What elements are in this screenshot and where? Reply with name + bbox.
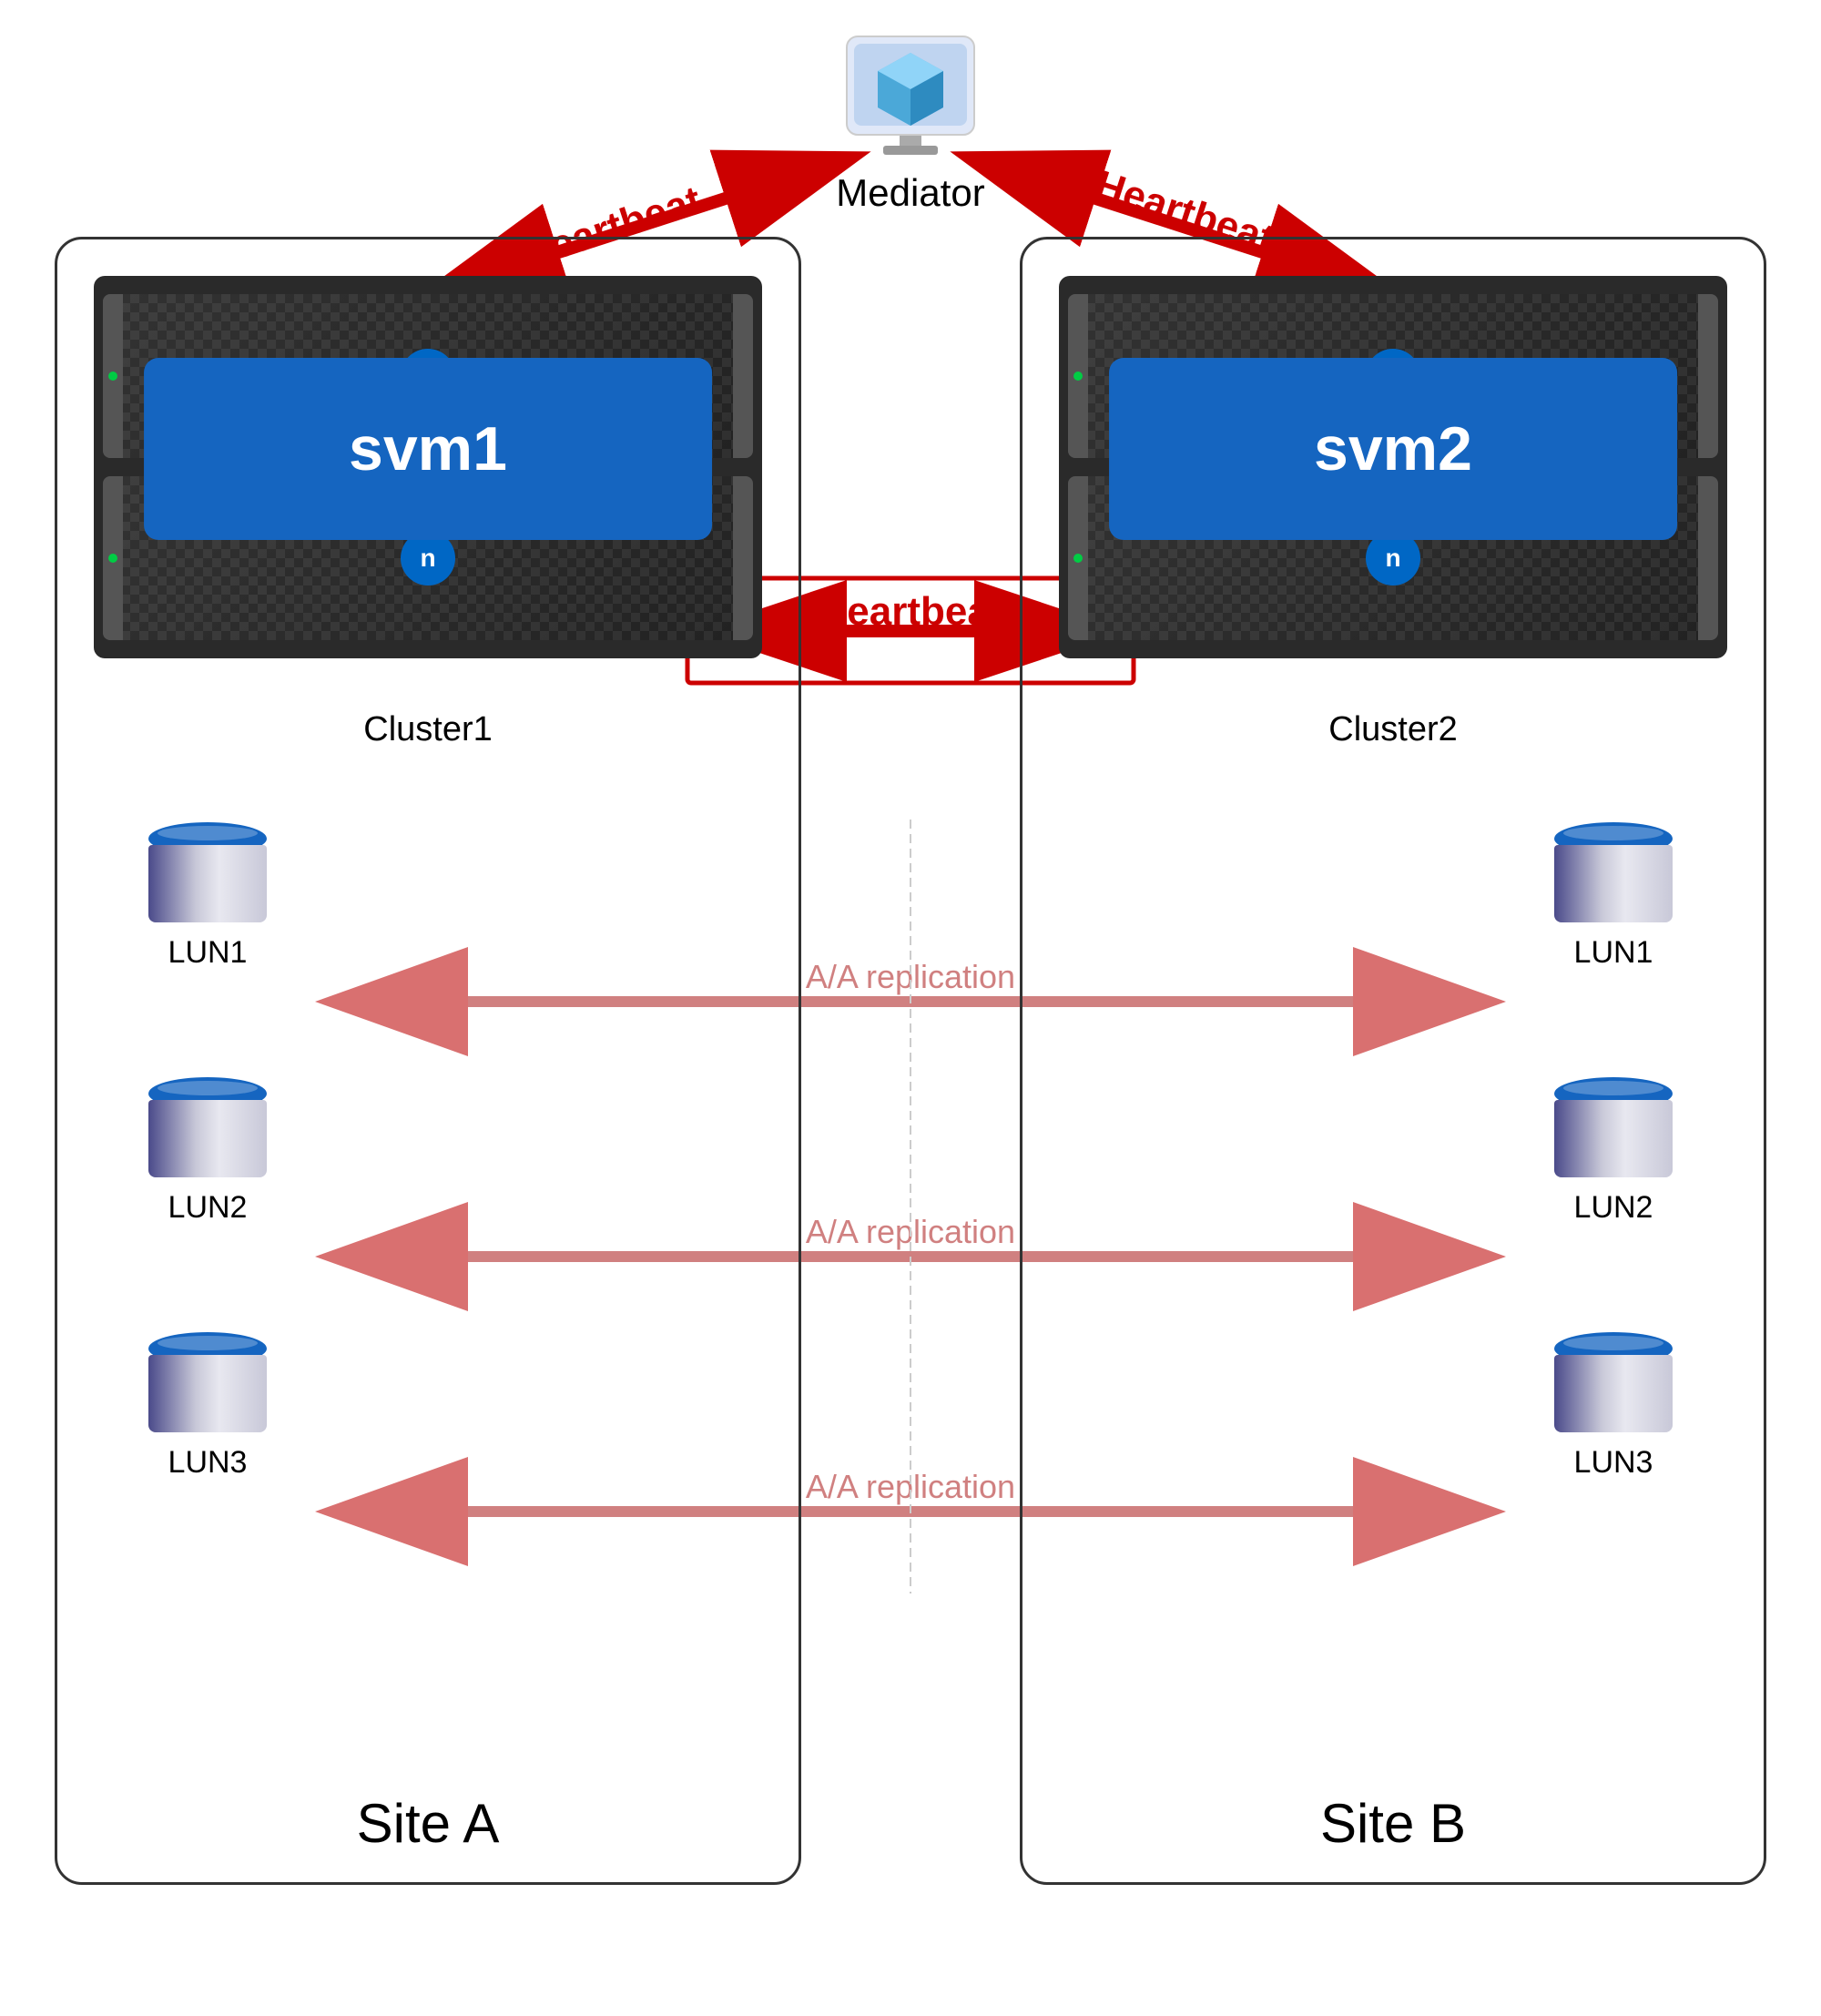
lun3-right-cylinder	[1554, 1332, 1673, 1432]
server-left-strip	[103, 294, 123, 458]
cluster1-server: n n svm1	[94, 276, 762, 658]
server-right-strip	[733, 294, 753, 458]
server2-left-strip	[1068, 294, 1088, 458]
site-a-label: Site A	[57, 1792, 799, 1855]
cluster2-area: n n svm2 Cluster2	[1059, 276, 1727, 749]
svm1-overlay: svm1	[144, 358, 712, 540]
replication-label-1: A/A replication	[806, 958, 1015, 995]
heartbeat-label-center: Heartbeat	[819, 589, 1003, 634]
cluster2-server: n n svm2	[1059, 276, 1727, 658]
indicator-light	[108, 372, 117, 381]
svm2-overlay: svm2	[1109, 358, 1677, 540]
cylinder-body-3	[148, 1355, 267, 1432]
cluster1-name: Cluster1	[94, 710, 762, 749]
lun2-right-label: LUN2	[1574, 1190, 1653, 1226]
lun3-left-group: LUN3	[148, 1332, 267, 1481]
cylinder-body-6	[1554, 1355, 1673, 1432]
cylinder-body-2	[148, 1100, 267, 1177]
lun3-right-label: LUN3	[1574, 1445, 1653, 1481]
lun3-right-group: LUN3	[1554, 1332, 1673, 1481]
netapp-logo-4: n	[1385, 544, 1400, 573]
mediator: Mediator	[810, 18, 1011, 215]
lun1-right-cylinder	[1554, 822, 1673, 922]
cluster2-name: Cluster2	[1059, 710, 1727, 749]
server-right-strip-2	[733, 476, 753, 640]
lun1-right-label: LUN1	[1574, 935, 1653, 971]
server2-left-strip-2	[1068, 476, 1088, 640]
server-left-strip-2	[103, 476, 123, 640]
site-b-label: Site B	[1022, 1792, 1764, 1855]
site-b-box: n n svm2 Cluster2	[1020, 237, 1766, 1885]
lun1-left-cylinder	[148, 822, 267, 922]
server2-right-strip	[1698, 294, 1718, 458]
cylinder-body-4	[1554, 845, 1673, 922]
indicator-light-3	[1073, 372, 1083, 381]
mediator-label: Mediator	[836, 171, 984, 215]
lun1-right-group: LUN1	[1554, 822, 1673, 971]
replication-label-3: A/A replication	[806, 1468, 1015, 1505]
diagram: Heartbeat Heartbeat Heartbeat A/A replic…	[0, 0, 1821, 2016]
indicator-light-2	[108, 554, 117, 563]
lun2-right-cylinder	[1554, 1077, 1673, 1177]
lun3-left-cylinder	[148, 1332, 267, 1432]
lun2-left-group: LUN2	[148, 1077, 267, 1226]
cylinder-body	[148, 845, 267, 922]
lun2-right-group: LUN2	[1554, 1077, 1673, 1226]
server2-right-strip-2	[1698, 476, 1718, 640]
lun1-left-label: LUN1	[168, 935, 248, 971]
mediator-icon	[838, 18, 983, 164]
indicator-light-4	[1073, 554, 1083, 563]
lun1-left-group: LUN1	[148, 822, 267, 971]
cluster1-area: n n svm1 Clu	[94, 276, 762, 749]
lun2-left-label: LUN2	[168, 1190, 248, 1226]
lun3-left-label: LUN3	[168, 1445, 248, 1481]
svm1-label: svm1	[349, 413, 507, 484]
svm2-label: svm2	[1314, 413, 1472, 484]
lun2-left-cylinder	[148, 1077, 267, 1177]
cylinder-body-5	[1554, 1100, 1673, 1177]
netapp-logo-2: n	[420, 544, 435, 573]
replication-label-2: A/A replication	[806, 1213, 1015, 1250]
site-a-box: n n svm1 Clu	[55, 237, 801, 1885]
